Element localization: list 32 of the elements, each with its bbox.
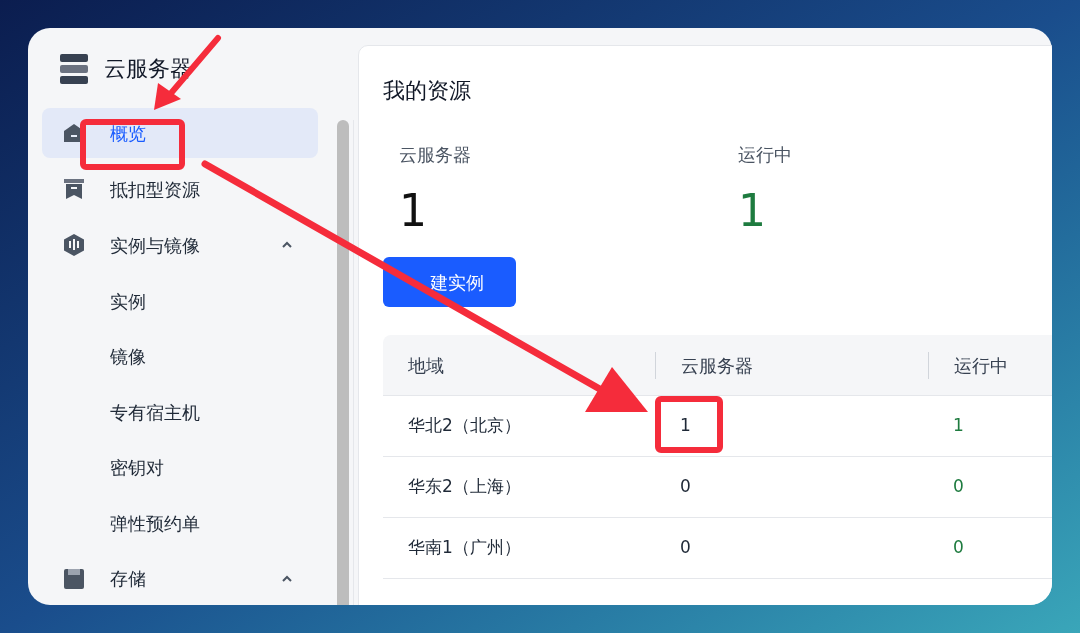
sidebar-item[interactable]: 存储 [42, 553, 318, 604]
table-cell-text: 1 [679, 414, 692, 438]
sidebar-subitem[interactable]: 镜像 [42, 331, 318, 382]
sidebar-item[interactable]: 概览 [42, 108, 318, 158]
archive-icon [62, 177, 86, 201]
server-icon [60, 53, 88, 84]
create-instance-button[interactable]: 建实例 [383, 257, 516, 307]
table-cell-text: 0 [952, 475, 965, 499]
table-cell-text: 华东2（上海） [407, 475, 522, 499]
stat-label: 云服务器 [399, 143, 472, 167]
table-cell-text: 华南1（广州） [407, 536, 522, 560]
stat-label: 运行中 [738, 143, 793, 167]
sidebar-item[interactable]: 抵扣型资源 [42, 164, 318, 214]
highlight-box [655, 396, 723, 453]
sidebar-item[interactable]: 实例与镜像 [42, 220, 318, 270]
column-header: 运行中 [928, 351, 1052, 379]
hexagon-icon [62, 233, 86, 257]
column-header: 地域 [407, 353, 445, 378]
stat-value: 1 [738, 184, 767, 238]
sidebar-subitem[interactable]: 弹性预约单 [42, 498, 318, 548]
column-header: 云服务器 [655, 351, 928, 379]
table-cell-text: 0 [952, 536, 965, 560]
scrollbar-thumb[interactable] [336, 120, 349, 605]
stat-value: 1 [399, 184, 428, 238]
sidebar-subitem[interactable]: 专有宿主机 [42, 387, 318, 437]
table-cell-text: 华北2（北京） [407, 414, 522, 438]
table-cell-text: 0 [679, 536, 692, 560]
table-cell-text: 0 [679, 475, 692, 499]
card-title: 我的资源 [383, 77, 472, 105]
sidebar-subitem[interactable]: 实例 [42, 276, 318, 326]
sidebar-subitem[interactable]: 密钥对 [42, 442, 318, 493]
table-cell-text: 1 [952, 414, 965, 438]
